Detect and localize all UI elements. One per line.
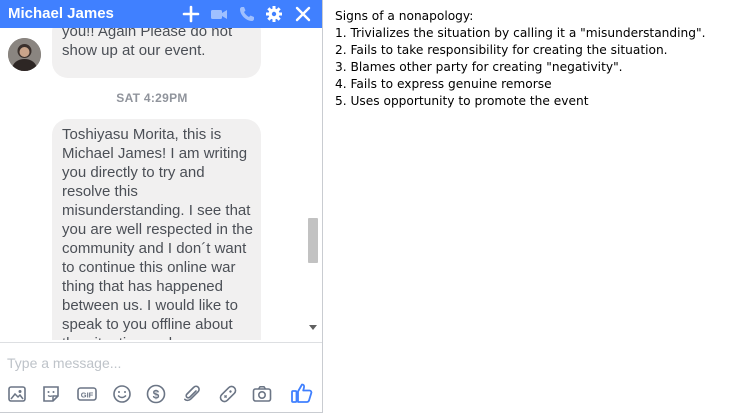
plus-icon[interactable] (181, 4, 201, 24)
chat-header: Michael James (0, 0, 322, 28)
message-timestamp: SAT 4:29PM (116, 91, 188, 105)
thumbs-up-icon[interactable] (290, 381, 314, 405)
scrollbar-thumb[interactable] (308, 218, 318, 263)
scroll-down-arrow-icon[interactable] (309, 325, 317, 330)
message-list[interactable]: you!! Again Please do not show up at our… (0, 28, 322, 340)
gif-icon[interactable]: GIF (76, 383, 98, 405)
dollar-icon[interactable]: $ (145, 383, 167, 405)
gear-icon[interactable] (264, 4, 284, 24)
message-composer: GIF $ (0, 342, 322, 412)
close-icon[interactable] (293, 4, 313, 24)
phone-icon[interactable] (237, 4, 257, 24)
notes-item: 4. Fails to express genuine remorse (335, 77, 552, 91)
image-icon[interactable] (6, 383, 28, 405)
chat-title[interactable]: Michael James (8, 4, 114, 24)
video-icon[interactable] (209, 4, 229, 24)
attach-icon[interactable] (181, 383, 203, 405)
message-bubble[interactable]: you!! Again Please do not show up at our… (52, 28, 261, 78)
message-input[interactable] (0, 349, 300, 377)
scrollbar[interactable] (306, 28, 320, 340)
notes-title: Signs of a nonapology: (335, 9, 474, 23)
svg-text:$: $ (153, 388, 160, 402)
game-icon[interactable] (217, 383, 239, 405)
notes-item: 1. Trivializes the situation by calling … (335, 26, 706, 40)
camera-icon[interactable] (251, 383, 273, 405)
message-text: Toshiyasu Morita, this is Michael James!… (62, 126, 253, 340)
message-text: you!! Again Please do not show up at our… (62, 28, 233, 59)
avatar[interactable] (8, 38, 41, 71)
chat-window: Michael James you!! Again Please do not … (0, 0, 323, 413)
sticker-icon[interactable] (40, 383, 62, 405)
notes-item: 3. Blames other party for creating "nega… (335, 60, 623, 74)
annotation-notes: Signs of a nonapology: 1. Trivializes th… (335, 8, 725, 110)
notes-item: 5. Uses opportunity to promote the event (335, 94, 589, 108)
emoji-icon[interactable] (111, 383, 133, 405)
composer-toolbar: GIF $ (0, 381, 322, 407)
notes-item: 2. Fails to take responsibility for crea… (335, 43, 668, 57)
message-bubble[interactable]: Toshiyasu Morita, this is Michael James!… (52, 119, 261, 340)
svg-text:GIF: GIF (81, 391, 94, 400)
